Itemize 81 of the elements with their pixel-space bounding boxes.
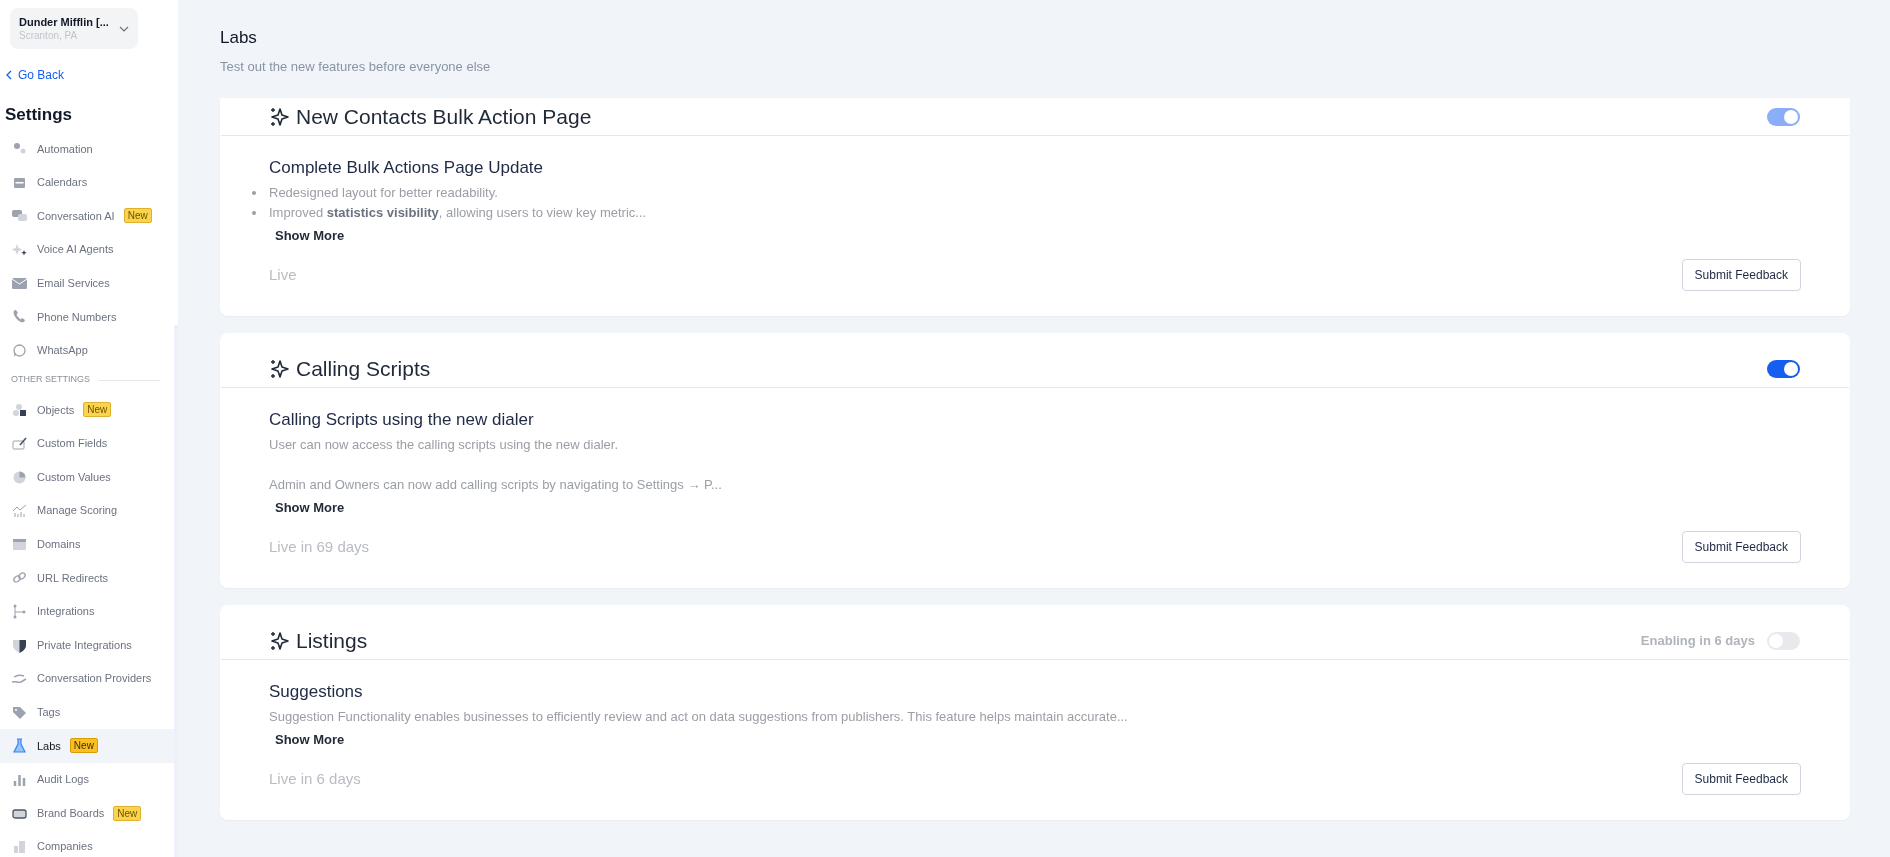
description-text: Suggestion Functionality enables businesses to efficiently review and act on data suggestions from publishers. This feature helps maintain accurate...: [269, 708, 1129, 726]
sidebar-item-label: Automation: [37, 141, 93, 157]
sidebar-item[interactable]: Manage Scoring: [0, 493, 174, 528]
sidebar-item-label: Custom Fields: [37, 436, 108, 452]
sidebar-item[interactable]: Objects New: [0, 393, 174, 427]
status-text: Live in 6 days: [269, 768, 361, 789]
sidebar-item-label: Custom Values: [37, 469, 111, 485]
sidebar-item-label: Email Services: [37, 275, 110, 291]
description-text: Improved statistics visibility, allowing users to view key metric...: [269, 205, 647, 220]
status-text: Live: [269, 264, 297, 285]
sidebar-item-label: Objects: [37, 402, 75, 418]
status-text: Live in 69 days: [269, 536, 370, 557]
feature-title: Calling Scripts: [296, 355, 431, 382]
sidebar-item-label: Audit Logs: [37, 772, 89, 788]
sidebar-item-label: Labs: [37, 738, 61, 754]
description-text: User can now access the calling scripts using the new dialer.: [269, 436, 619, 454]
sidebar-item[interactable]: Custom Values: [0, 460, 174, 494]
sidebar-item[interactable]: Companies: [0, 829, 174, 857]
sidebar-item[interactable]: Audit Logs: [0, 762, 174, 797]
feature-subtitle: Calling Scripts using the new dialer: [269, 409, 535, 431]
sidebar-item-label: Conversation Providers: [37, 671, 152, 687]
new-badge: New: [83, 402, 112, 418]
sidebar-item[interactable]: Domains: [0, 527, 174, 562]
sidebar-item-label: Companies: [37, 839, 93, 855]
feature-title: New Contacts Bulk Action Page: [296, 103, 592, 130]
sidebar-item[interactable]: Brand Boards New: [0, 796, 174, 830]
sidebar-item-label: Voice AI Agents: [37, 242, 114, 258]
chart-icon: [11, 502, 28, 520]
pencil-field-icon: [11, 435, 28, 453]
toggle-note: Enabling in 6 days: [1640, 631, 1755, 650]
building-icon: [11, 838, 28, 856]
chevron-down-icon: [119, 25, 129, 32]
sidebar-item-label: WhatsApp: [37, 343, 88, 359]
show-more-button[interactable]: Show More: [275, 499, 345, 517]
feature-title: Listings: [296, 627, 368, 654]
sidebar-item-label: Manage Scoring: [37, 503, 118, 519]
sidebar-title: Settings: [5, 104, 74, 126]
sidebar-item[interactable]: Voice AI Agents: [0, 232, 174, 267]
page-subtitle: Test out the new features before everyone else: [220, 58, 492, 76]
sidebar-item-label: Conversation AI: [37, 208, 115, 224]
sparkles-icon: [269, 357, 291, 380]
sidebar-item-label: Brand Boards: [37, 805, 105, 821]
feature-subtitle: Complete Bulk Actions Page Update: [269, 157, 545, 179]
sidebar-item-label: Phone Numbers: [37, 309, 117, 325]
new-badge: New: [123, 208, 152, 224]
sidebar-item[interactable]: Conversation AI New: [0, 199, 174, 233]
sidebar-item[interactable]: Custom Fields: [0, 426, 174, 461]
go-back-link[interactable]: Go Back: [6, 66, 178, 84]
sidebar-item-label: Private Integrations: [37, 637, 132, 653]
flask-icon: [11, 737, 28, 755]
sidebar-item[interactable]: Phone Numbers: [0, 299, 174, 334]
account-name: Dunder Mifflin [...: [19, 15, 110, 29]
sidebar-item-label: Domains: [37, 537, 81, 553]
submit-feedback-button[interactable]: Submit Feedback: [1681, 531, 1801, 563]
sidebar-item[interactable]: URL Redirects: [0, 561, 174, 595]
feature-subtitle: Suggestions: [269, 681, 364, 703]
shapes-icon: [11, 401, 28, 419]
sparkles-icon: [269, 105, 291, 128]
sidebar-item[interactable]: Automation: [0, 132, 174, 166]
new-badge: New: [69, 738, 98, 754]
sidebar-item[interactable]: Labs New: [0, 729, 174, 763]
sidebar-item-label: Calendars: [37, 175, 88, 191]
sidebar-item[interactable]: Email Services: [0, 266, 174, 300]
sidebar-item[interactable]: Conversation Providers: [0, 661, 174, 696]
chevron-left-icon: [6, 70, 12, 80]
description-text: Redesigned layout for better readability.: [269, 185, 498, 200]
toggle-switch[interactable]: [1767, 359, 1800, 378]
sidebar-item-label: URL Redirects: [37, 570, 109, 586]
sidebar-item[interactable]: Integrations: [0, 594, 174, 629]
sidebar-item[interactable]: Private Integrations: [0, 628, 174, 662]
page-title: Labs: [220, 27, 258, 49]
description-text: Admin and Owners can now add calling scripts by navigating to Settings → P...: [269, 476, 723, 494]
sidebar-item[interactable]: Tags: [0, 695, 174, 730]
sparkles-icon: [269, 629, 291, 652]
section-label: OTHER SETTINGS: [11, 373, 90, 387]
sidebar-item[interactable]: Calendars: [0, 165, 174, 200]
sidebar-item-label: Tags: [37, 705, 61, 721]
branch-icon: [11, 603, 28, 620]
sidebar-item[interactable]: WhatsApp: [0, 333, 174, 368]
sidebar-item-label: Integrations: [37, 604, 95, 620]
new-badge: New: [113, 805, 142, 821]
